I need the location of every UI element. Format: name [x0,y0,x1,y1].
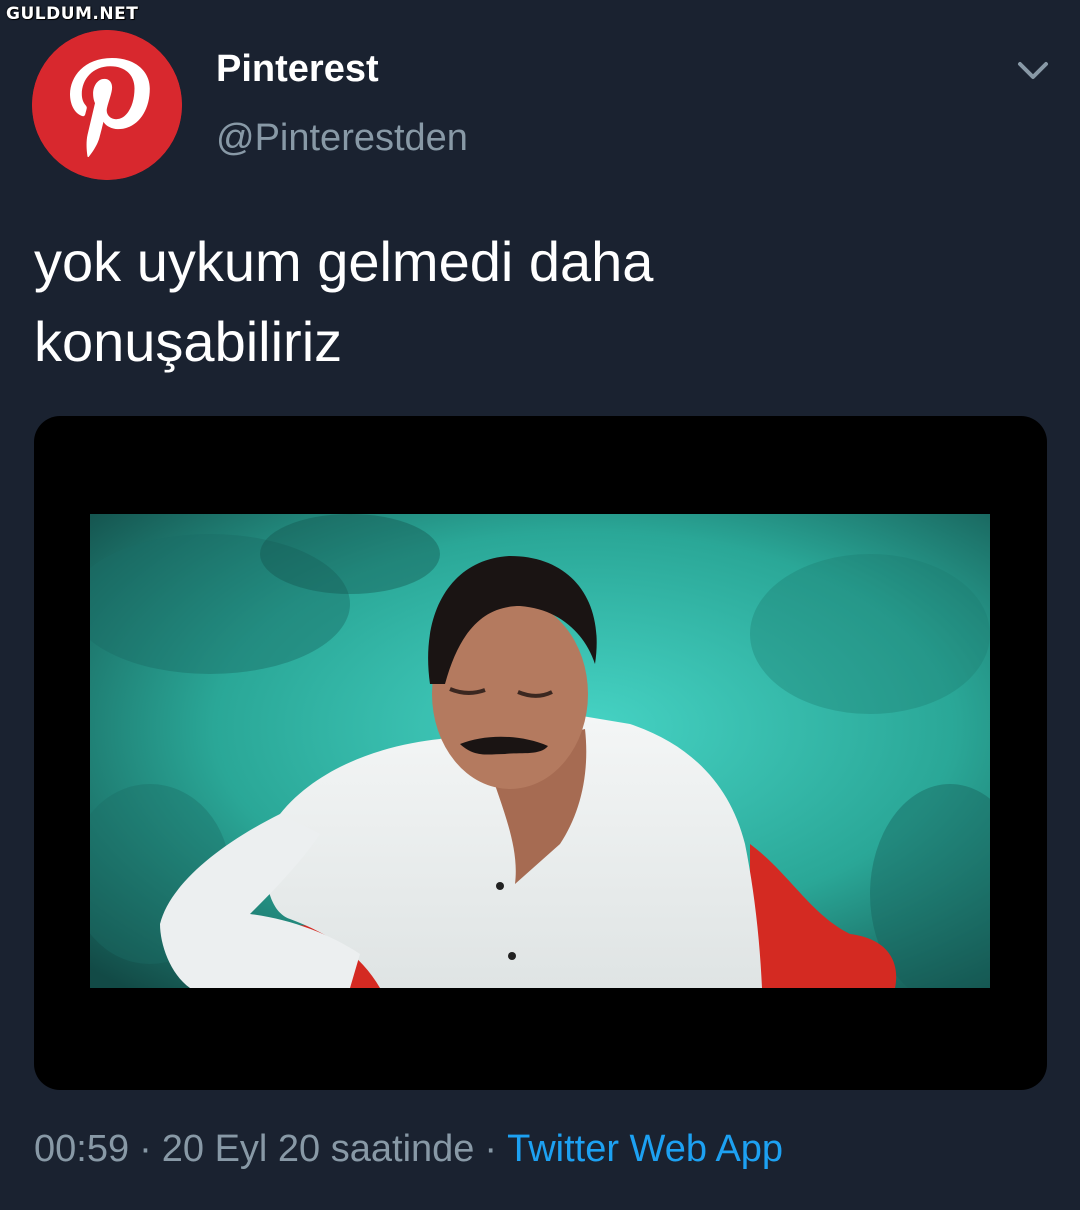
user-handle[interactable]: @Pinterestden [216,117,468,160]
tweet-text-line: yok uykum gelmedi daha [34,230,654,293]
chevron-down-icon [1018,62,1048,79]
watermark: GULDUM.NET [6,4,139,24]
video-still-image [90,514,990,988]
tweet-time[interactable]: 00:59 [34,1128,129,1170]
tweet-menu-button[interactable] [1012,52,1054,88]
pinterest-logo-icon [32,30,182,180]
display-name[interactable]: Pinterest [216,48,379,91]
tweet-date[interactable]: 20 Eyl 20 saatinde [162,1128,475,1170]
separator: · [484,1128,498,1170]
tweet-page: GULDUM.NET Pinterest @Pinterestden yok u… [0,0,1080,1210]
tweet-source-link[interactable]: Twitter Web App [507,1128,783,1170]
avatar[interactable] [32,30,182,180]
tweet-text-line: konuşabiliriz [34,310,343,373]
tweet-text: yok uykum gelmedi daha konuşabiliriz [34,222,934,382]
separator: · [139,1128,152,1170]
tweet-meta: 00:59 · 20 Eyl 20 saatinde · Twitter Web App [34,1128,783,1171]
video-frame[interactable] [90,514,990,988]
media-container[interactable] [34,416,1047,1090]
